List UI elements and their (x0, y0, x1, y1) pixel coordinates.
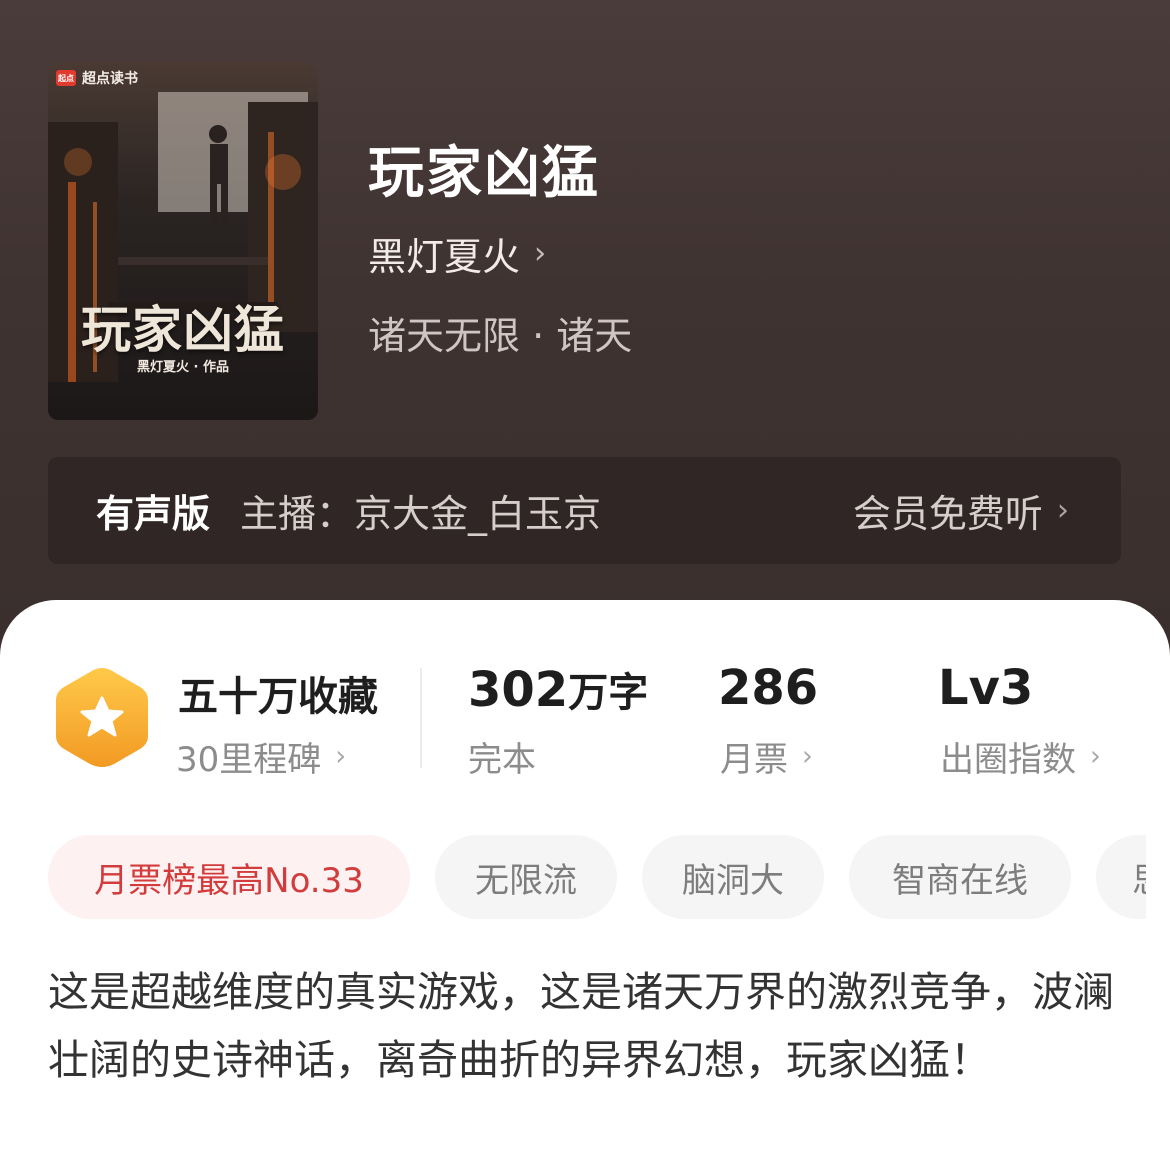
chevron-right-icon: › (1090, 741, 1101, 772)
cover-brand-text: 超点读书 (82, 71, 138, 87)
stats-divider (420, 668, 422, 768)
popularity-level: Lv3 (938, 660, 1033, 716)
audio-label: 有声版 (96, 492, 211, 536)
genre-label: 诸天无限 · 诸天 (368, 314, 633, 358)
cover-brand: 起点 超点读书 (56, 68, 138, 88)
chevron-right-icon: › (1056, 493, 1069, 528)
popularity-index-label: 出圈指数 (940, 740, 1076, 780)
chevron-right-icon: › (802, 741, 813, 772)
popularity-index-link[interactable]: 出圈指数 › (940, 732, 1101, 781)
chevron-right-icon: › (534, 236, 547, 271)
tag-item[interactable]: 思 (1096, 835, 1146, 919)
chevron-right-icon: › (335, 741, 347, 772)
tag-list: 月票榜最高No.33 无限流 脑洞大 智商在线 思 (48, 835, 1146, 919)
free-listen-link[interactable]: 会员免费听 › (853, 483, 1069, 538)
cover-author: 黑灯夏火 · 作品 (137, 360, 229, 375)
book-synopsis[interactable]: 这是超越维度的真实游戏，这是诸天万界的激烈竞争，波澜壮阔的史诗神话，离奇曲折的异… (48, 958, 1128, 1094)
monthly-ticket-link[interactable]: 月票 › (720, 732, 813, 781)
monthly-ticket-number: 286 (718, 660, 819, 716)
completion-label: 完本 (468, 740, 536, 780)
word-count: 302万字 (468, 660, 648, 718)
popularity-level-number: Lv3 (938, 660, 1034, 716)
completion-status: 完本 (468, 732, 536, 781)
tag-rank[interactable]: 月票榜最高No.33 (48, 835, 410, 919)
audio-version-bar[interactable]: 有声版 主播：京大金_白玉京 会员免费听 › (48, 457, 1121, 564)
word-count-unit: 万字 (568, 670, 649, 716)
collection-count: 五十万收藏 (178, 674, 378, 720)
word-count-number: 302 (468, 662, 569, 718)
monthly-ticket-count: 286 (718, 660, 818, 716)
tag-item[interactable]: 脑洞大 (642, 835, 824, 919)
book-cover[interactable]: 起点 超点读书 玩家凶猛 黑灯夏火 · 作品 (48, 62, 318, 420)
author-link[interactable]: 黑灯夏火 › (368, 226, 546, 281)
star-badge-icon (56, 668, 148, 767)
monthly-ticket-label: 月票 (720, 740, 788, 780)
tag-item[interactable]: 智商在线 (849, 835, 1071, 919)
book-title: 玩家凶猛 (368, 141, 600, 206)
milestone-link[interactable]: 30里程碑 › (176, 732, 346, 781)
free-listen-label: 会员免费听 (852, 492, 1043, 536)
tag-item[interactable]: 无限流 (435, 835, 617, 919)
cover-title: 玩家凶猛 (81, 300, 285, 359)
milestone-label: 30里程碑 (176, 740, 322, 780)
audio-host: 主播：京大金_白玉京 (240, 492, 602, 536)
brand-logo-icon: 起点 (56, 70, 76, 86)
author-name: 黑灯夏火 (368, 235, 521, 279)
